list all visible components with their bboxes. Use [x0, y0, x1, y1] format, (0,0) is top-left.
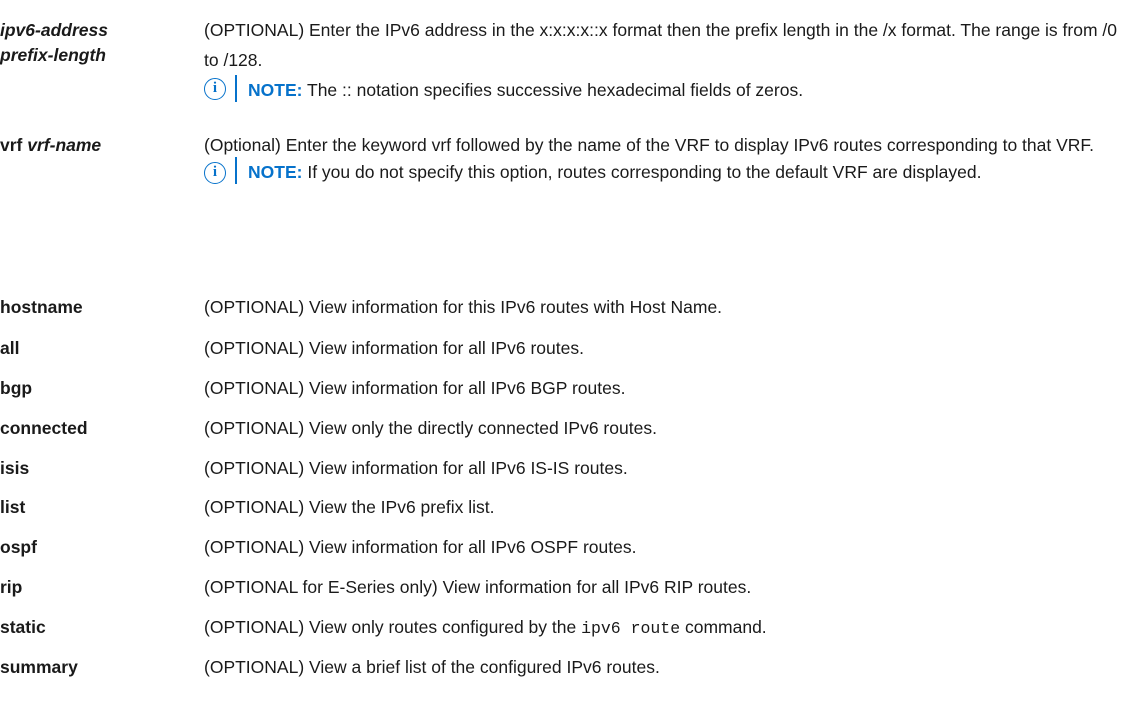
param-term: vrf vrf-name	[0, 133, 101, 158]
param-description: (OPTIONAL) View information for all IPv6…	[204, 378, 626, 398]
note-bar	[235, 157, 237, 184]
param-term: static	[0, 617, 46, 637]
param-term: list	[0, 497, 26, 517]
param-term: summary	[0, 657, 78, 677]
param-description: (OPTIONAL for E-Series only) View inform…	[204, 577, 752, 597]
param-description: (OPTIONAL) View information for this IPv…	[204, 297, 723, 317]
info-icon: i	[204, 162, 226, 184]
param-desc-text: (Optional) Enter the keyword vrf followe…	[204, 135, 1095, 155]
param-description: (OPTIONAL) View information for all IPv6…	[204, 537, 637, 557]
param-term: rip	[0, 577, 23, 597]
note-label: NOTE:	[248, 80, 303, 100]
param-term: all	[0, 338, 20, 358]
param-term: hostname	[0, 297, 83, 317]
command-code: ipv6 route	[581, 619, 681, 638]
param-term: bgp	[0, 378, 33, 398]
param-arg-ipv6-address: ipv6-address	[0, 20, 108, 40]
note-bar	[235, 75, 237, 102]
param-description: (OPTIONAL) Enter the IPv6 address in the…	[204, 15, 1129, 105]
param-term: ospf	[0, 537, 37, 557]
note-label: NOTE:	[248, 162, 303, 182]
note-box: i NOTE: The :: notation specifies succes…	[204, 75, 1129, 105]
param-description: (OPTIONAL) View information for all IPv6…	[204, 458, 628, 478]
param-desc-text: command.	[680, 617, 767, 637]
param-term: ipv6-address prefix-length	[0, 18, 108, 68]
param-desc-text: (OPTIONAL) View only routes configured b…	[204, 617, 582, 637]
note-text: The :: notation specifies successive hex…	[307, 80, 804, 100]
param-description: (OPTIONAL) View only the directly connec…	[204, 418, 657, 438]
param-description: (OPTIONAL) View a brief list of the conf…	[204, 657, 660, 677]
param-term: isis	[0, 458, 30, 478]
param-desc-text: (OPTIONAL) Enter the IPv6 address in the…	[204, 20, 1117, 70]
param-description: (OPTIONAL) View information for all IPv6…	[204, 338, 584, 358]
note-box: i NOTE: If you do not specify this optio…	[204, 157, 1129, 187]
note-text: If you do not specify this option, route…	[307, 162, 982, 182]
param-description: (OPTIONAL) View only routes configured b…	[204, 612, 1129, 644]
param-term: connected	[0, 418, 88, 438]
param-description: (Optional) Enter the keyword vrf followe…	[204, 130, 1129, 187]
param-arg-prefix-length: prefix-length	[0, 45, 106, 65]
info-icon: i	[204, 78, 226, 100]
param-description: (OPTIONAL) View the IPv6 prefix list.	[204, 497, 495, 517]
param-keyword: vrf	[0, 135, 23, 155]
param-arg-vrf-name: vrf-name	[27, 135, 102, 155]
